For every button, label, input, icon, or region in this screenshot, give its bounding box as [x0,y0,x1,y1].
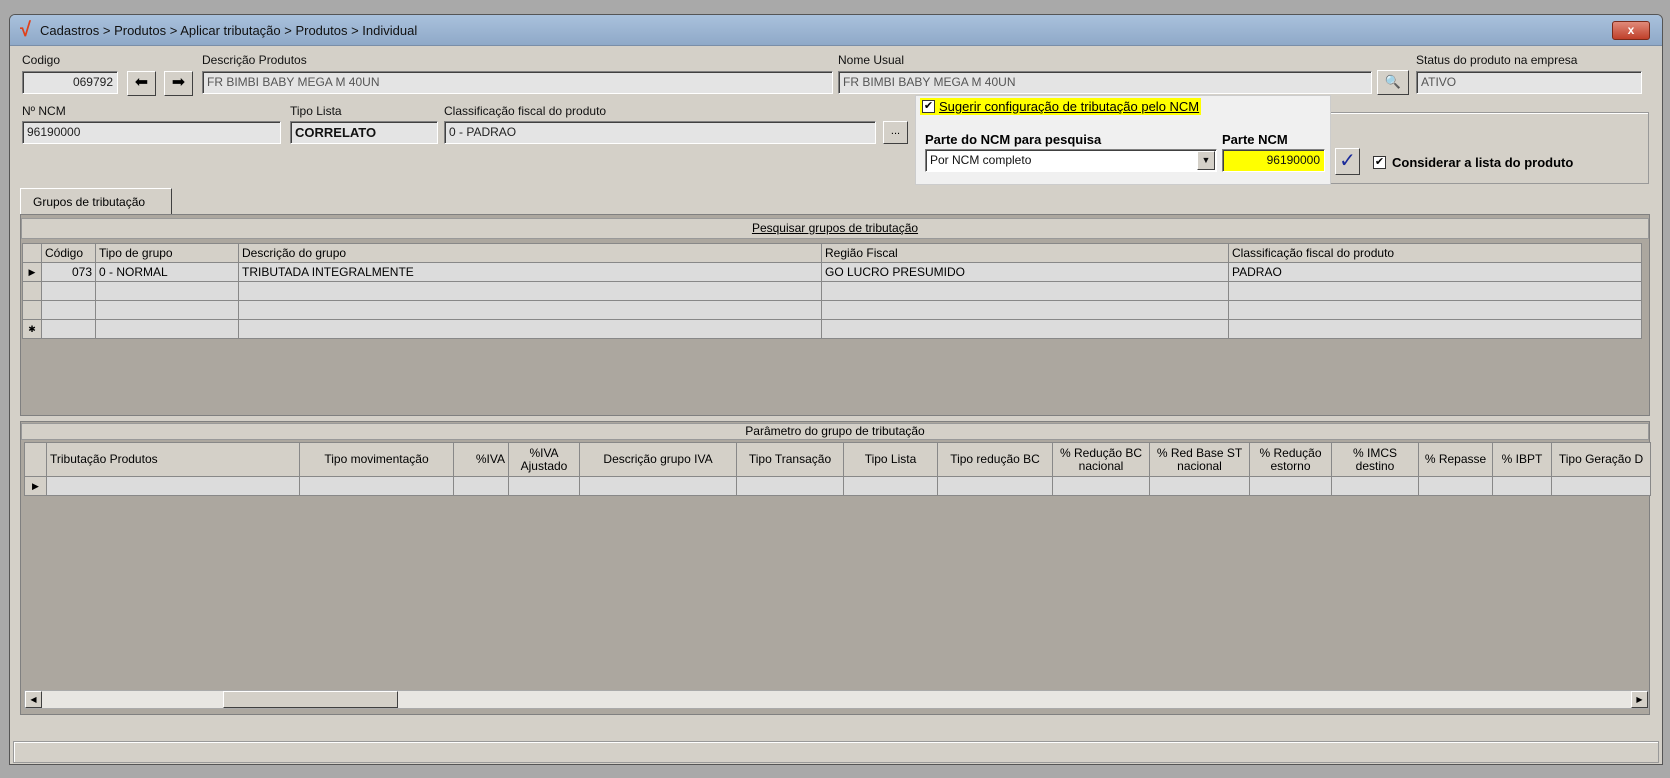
chevron-down-icon[interactable]: ▼ [1197,151,1215,170]
parte-ncm-select[interactable]: Por NCM completo ▼ [925,149,1217,172]
parametro-grid: Parâmetro do grupo de tributação Tributa… [20,421,1651,715]
search-icon[interactable]: 🔍 [1377,70,1409,95]
col-tipo-reducao-bc[interactable]: Tipo redução BC [937,442,1053,477]
scroll-left-icon[interactable]: ◀ [25,691,42,708]
col-descricao-grupo[interactable]: Descrição do grupo [238,243,822,263]
current-row-indicator-icon: ▶ [24,476,47,496]
descricao-label: Descrição Produtos [202,53,307,67]
col-tipo-grupo[interactable]: Tipo de grupo [95,243,239,263]
col-descricao-grupo-iva[interactable]: Descrição grupo IVA [579,442,737,477]
col-repasse[interactable]: % Repasse [1418,442,1493,477]
col-regiao-fiscal[interactable]: Região Fiscal [821,243,1229,263]
table-row-empty[interactable] [22,300,1642,320]
grid1-title: Pesquisar grupos de tributação [21,218,1649,239]
nome-usual-input[interactable]: FR BIMBI BABY MEGA M 40UN [838,71,1372,94]
table-row[interactable]: ▶ 073 0 - NORMAL TRIBUTADA INTEGRALMENTE… [22,262,1642,282]
col-tipo-geracao[interactable]: Tipo Geração D [1551,442,1651,477]
new-row-asterisk-icon: ✱ [22,319,42,339]
checkbox-checked-icon: ✔ [922,100,935,113]
status-label: Status do produto na empresa [1416,53,1578,67]
suggest-ncm-checkbox[interactable]: ✔ Sugerir configuração de tributação pel… [920,98,1202,115]
classif-label: Classificação fiscal do produto [444,104,607,118]
grupos-grid: Pesquisar grupos de tributação Código Ti… [20,214,1650,416]
col-red-base-st-nacional[interactable]: % Red Base ST nacional [1149,442,1250,477]
nome-usual-label: Nome Usual [838,53,905,67]
col-ibpt[interactable]: % IBPT [1492,442,1552,477]
suggest-ncm-label: Sugerir configuração de tributação pelo … [939,99,1200,114]
title-bar: √ Cadastros > Produtos > Aplicar tributa… [10,15,1662,46]
cell-codigo[interactable]: 073 [41,262,96,282]
codigo-label: Codigo [22,53,61,67]
tab-grupos-tributacao[interactable]: Grupos de tributação [20,188,172,214]
parametro-table: Tributação Produtos Tipo movimentação %I… [24,442,1651,496]
parte-ncm-select-value: Por NCM completo [930,153,1032,167]
scroll-right-icon[interactable]: ▶ [1631,691,1648,708]
ncm-input[interactable]: 96190000 [22,121,281,144]
col-iva-ajustado[interactable]: %IVA Ajustado [508,442,580,477]
new-row[interactable]: ✱ [22,319,1642,339]
cell-tipo-grupo[interactable]: 0 - NORMAL [95,262,239,282]
col-codigo[interactable]: Código [41,243,96,263]
grid2-title: Parâmetro do grupo de tributação [21,423,1649,440]
ncm-suggest-panel: ✔ Sugerir configuração de tributação pel… [915,95,1331,185]
considerar-lista-label: Considerar a lista do produto [1392,155,1574,170]
horizontal-scrollbar[interactable]: ◀ ▶ [24,690,1649,709]
checkbox-checked-icon: ✔ [1373,156,1386,169]
close-button[interactable]: x [1612,21,1650,40]
next-arrow-icon[interactable]: ➡ [164,71,193,96]
tipo-lista-input: CORRELATO [290,121,438,144]
cell-classif[interactable]: PADRAO [1228,262,1642,282]
confirm-check-icon[interactable]: ✓ [1335,148,1360,175]
row-indicator-header [22,243,42,263]
status-bar [13,741,1659,763]
col-tipo-lista[interactable]: Tipo Lista [843,442,938,477]
classif-input[interactable]: 0 - PADRAO [444,121,876,144]
classif-lookup-button[interactable]: ... [883,121,908,144]
status-input: ATIVO [1416,71,1642,94]
col-imcs-destino[interactable]: % IMCS destino [1331,442,1419,477]
grid1-header-row: Código Tipo de grupo Descrição do grupo … [22,243,1642,263]
tipo-lista-label: Tipo Lista [290,104,342,118]
main-window: √ Cadastros > Produtos > Aplicar tributa… [9,14,1663,765]
col-tipo-movimentacao[interactable]: Tipo movimentação [299,442,454,477]
col-iva[interactable]: %IVA [453,442,509,477]
window-title: Cadastros > Produtos > Aplicar tributaçã… [40,23,418,38]
grupos-table: Código Tipo de grupo Descrição do grupo … [22,243,1642,339]
app-logo-icon: √ [20,19,31,41]
table-row-empty[interactable]: ▶ [24,476,1651,496]
ncm-label: Nº NCM [22,104,66,118]
current-row-indicator-icon: ▶ [22,262,42,282]
col-reducao-estorno[interactable]: % Redução estorno [1249,442,1332,477]
col-reducao-bc-nacional[interactable]: % Redução BC nacional [1052,442,1150,477]
descricao-input[interactable]: FR BIMBI BABY MEGA M 40UN [202,71,833,94]
col-tributacao-produtos[interactable]: Tributação Produtos [46,442,300,477]
scrollbar-thumb[interactable] [223,691,398,708]
cell-descricao[interactable]: TRIBUTADA INTEGRALMENTE [238,262,822,282]
parte-ncm-label: Parte NCM [1222,132,1288,147]
cell-regiao[interactable]: GO LUCRO PRESUMIDO [821,262,1229,282]
codigo-input[interactable]: 069792 [22,71,118,94]
col-tipo-transacao[interactable]: Tipo Transação [736,442,844,477]
considerar-lista-checkbox[interactable]: ✔ Considerar a lista do produto [1373,155,1573,170]
parte-ncm-input[interactable]: 96190000 [1222,149,1325,172]
table-row-empty[interactable] [22,281,1642,301]
previous-arrow-icon[interactable]: ⬅ [127,71,156,96]
col-classif-fiscal[interactable]: Classificação fiscal do produto [1228,243,1642,263]
parte-ncm-pesquisa-label: Parte do NCM para pesquisa [925,132,1102,147]
grid2-header-row: Tributação Produtos Tipo movimentação %I… [24,442,1651,477]
